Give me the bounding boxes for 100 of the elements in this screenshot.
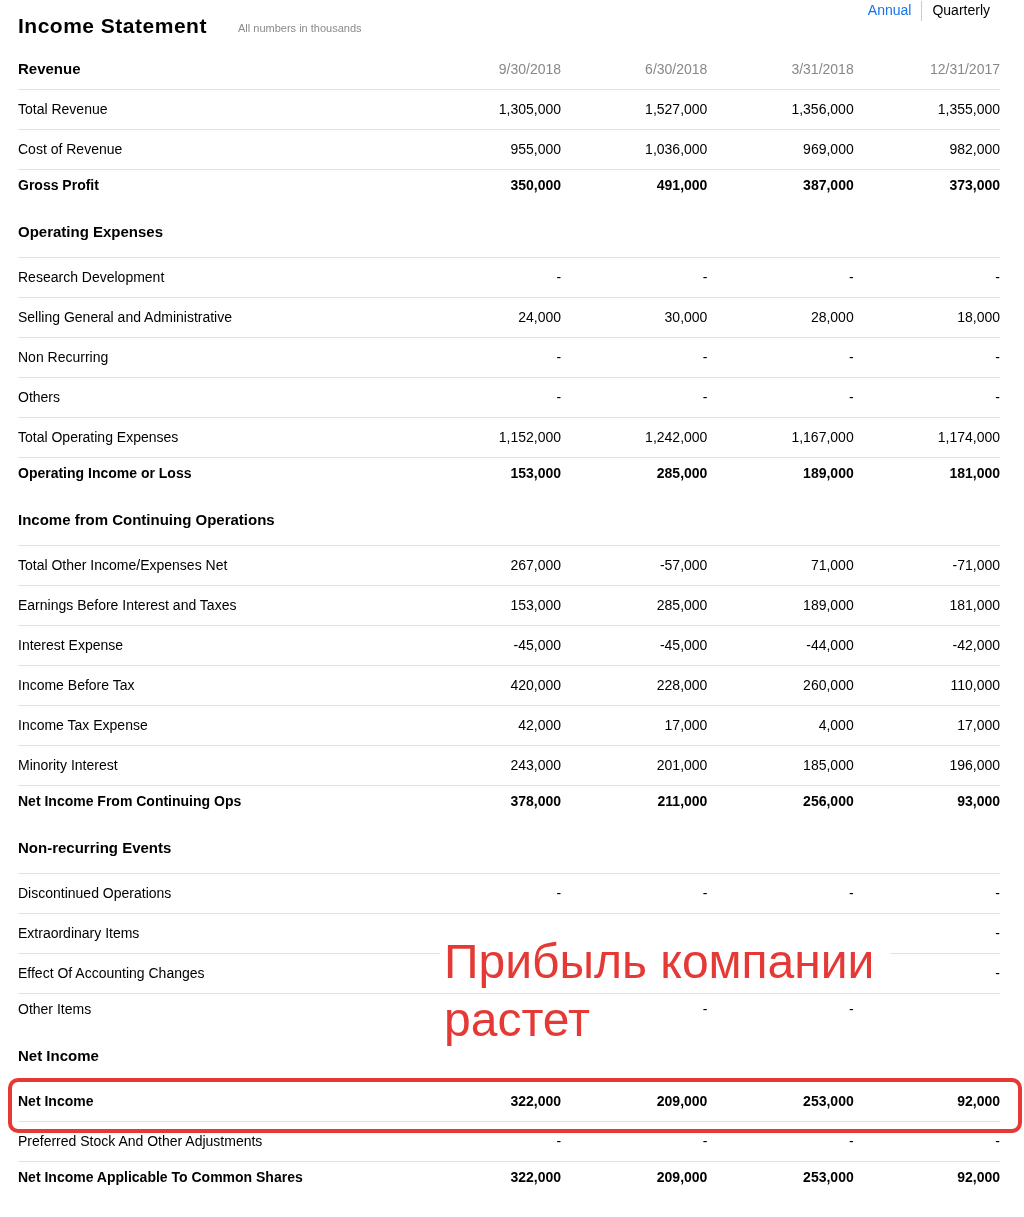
section-heading: Non-recurring Events: [18, 838, 173, 859]
value-cell-text: 17,000: [956, 716, 1000, 735]
row-label: Preferred Stock And Other Adjustments: [18, 1132, 264, 1151]
column-date: 3/31/2018: [790, 60, 854, 79]
row-label: Selling General and Administrative: [18, 308, 233, 327]
value-cell-text: 253,000: [802, 1167, 854, 1187]
section-heading: Operating Expenses: [18, 222, 165, 243]
value-cell-text: 373,000: [948, 175, 1000, 195]
value-cell-text: 71,000: [809, 556, 854, 575]
value-cell-text: 181,000: [948, 463, 1000, 483]
value-cell-text: -: [555, 884, 562, 903]
value-cell-text: 1,167,000: [790, 428, 854, 447]
value-cell-text: 322,000: [509, 1092, 562, 1111]
value-cell-text: 387,000: [802, 175, 854, 195]
value-cell-text: 285,000: [655, 463, 708, 483]
value-cell-text: 1,036,000: [644, 140, 708, 159]
value-cell-text: -: [701, 1132, 708, 1151]
value-cell-text: 1,242,000: [644, 428, 708, 447]
value-cell-text: 92,000: [956, 1092, 1000, 1111]
value-cell-text: 110,000: [949, 676, 1000, 695]
row-label: Interest Expense: [18, 636, 125, 655]
value-cell-text: -: [994, 924, 1000, 943]
row-label: Others: [18, 388, 61, 407]
period-tab[interactable]: Quarterly: [922, 0, 1000, 21]
row-label: Net Income From Continuing Ops: [18, 791, 243, 811]
value-cell-text: 1,174,000: [936, 428, 1000, 447]
value-cell-text: 1,527,000: [644, 100, 708, 119]
row-label: Gross Profit: [18, 175, 100, 195]
row-label: Minority Interest: [18, 756, 119, 775]
value-cell-text: -: [701, 388, 708, 407]
value-cell-text: 491,000: [655, 175, 708, 195]
value-cell-text: 209,000: [655, 1092, 708, 1111]
value-cell-text: -45,000: [512, 636, 562, 655]
value-cell-text: -: [701, 999, 708, 1019]
value-cell-text: 92,000: [956, 1167, 1000, 1187]
value-cell-text: -: [848, 268, 854, 287]
row-label: Effect Of Accounting Changes: [18, 964, 206, 983]
value-cell-text: 24,000: [517, 308, 562, 327]
row-label: Cost of Revenue: [18, 140, 124, 159]
value-cell-text: 185,000: [802, 756, 854, 775]
column-date: 12/31/2017: [928, 60, 1000, 79]
section-heading: Net Income: [18, 1046, 100, 1067]
value-cell-text: -44,000: [805, 636, 854, 655]
value-cell-text: -: [994, 388, 1000, 407]
value-cell-text: -: [701, 348, 708, 367]
value-cell-text: 153,000: [509, 463, 562, 483]
value-cell-text: 93,000: [956, 791, 1000, 811]
value-cell-text: 30,000: [663, 308, 708, 327]
value-cell-text: -: [701, 268, 708, 287]
value-cell-text: -: [994, 884, 1000, 903]
value-cell-text: 285,000: [655, 596, 708, 615]
value-cell-text: -: [555, 388, 562, 407]
value-cell-text: 1,152,000: [497, 428, 562, 447]
value-cell-text: 253,000: [802, 1092, 854, 1111]
row-label: Total Other Income/Expenses Net: [18, 556, 229, 575]
value-cell-text: -: [848, 884, 854, 903]
row-label: Other Items: [18, 999, 93, 1019]
row-label: Total Revenue: [18, 100, 109, 119]
page-title: Income Statement: [18, 13, 207, 39]
value-cell-text: -42,000: [951, 636, 1000, 655]
row-label: Non Recurring: [18, 348, 110, 367]
column-date: 9/30/2018: [497, 60, 562, 79]
value-cell-text: 211,000: [656, 791, 708, 811]
value-cell-text: -: [555, 268, 562, 287]
value-cell-text: 209,000: [655, 1167, 708, 1187]
value-cell-text: 181,000: [948, 596, 1000, 615]
value-cell-text: -: [994, 348, 1000, 367]
value-cell-text: 189,000: [802, 596, 854, 615]
value-cell-text: -: [848, 999, 854, 1019]
row-label: Income Before Tax: [18, 676, 136, 695]
section-heading: Revenue: [18, 59, 82, 80]
value-cell-text: -71,000: [951, 556, 1000, 575]
row-label: Discontinued Operations: [18, 884, 173, 903]
value-cell-text: 420,000: [509, 676, 562, 695]
value-cell-text: -: [994, 964, 1000, 983]
value-cell-text: 969,000: [802, 140, 854, 159]
row-label: Net Income: [18, 1092, 95, 1111]
period-link[interactable]: Annual: [857, 0, 922, 21]
units-note: All numbers in thousands: [238, 21, 362, 36]
row-label: Net Income Applicable To Common Shares: [18, 1167, 304, 1187]
column-date: 6/30/2018: [644, 60, 708, 79]
value-cell-text: 322,000: [509, 1167, 562, 1187]
row-label: Total Operating Expenses: [18, 428, 180, 447]
value-cell-text: -: [848, 1132, 854, 1151]
row-label: Income Tax Expense: [18, 716, 149, 735]
row-label: Research Development: [18, 268, 166, 287]
value-cell-text: -45,000: [658, 636, 708, 655]
value-cell-text: -: [994, 1132, 1000, 1151]
value-cell-text: 955,000: [509, 140, 562, 159]
value-cell-text: 189,000: [802, 463, 854, 483]
row-label: Earnings Before Interest and Taxes: [18, 596, 238, 615]
value-cell-text: -: [555, 1132, 562, 1151]
value-cell-text: 196,000: [948, 756, 1000, 775]
value-cell-text: 228,000: [655, 676, 708, 695]
value-cell-text: 42,000: [517, 716, 562, 735]
value-cell-text: -: [701, 884, 708, 903]
value-cell-text: 28,000: [809, 308, 854, 327]
value-cell-text: 260,000: [802, 676, 854, 695]
row-label: Operating Income or Loss: [18, 463, 193, 483]
value-cell-text: 267,000: [509, 556, 562, 575]
